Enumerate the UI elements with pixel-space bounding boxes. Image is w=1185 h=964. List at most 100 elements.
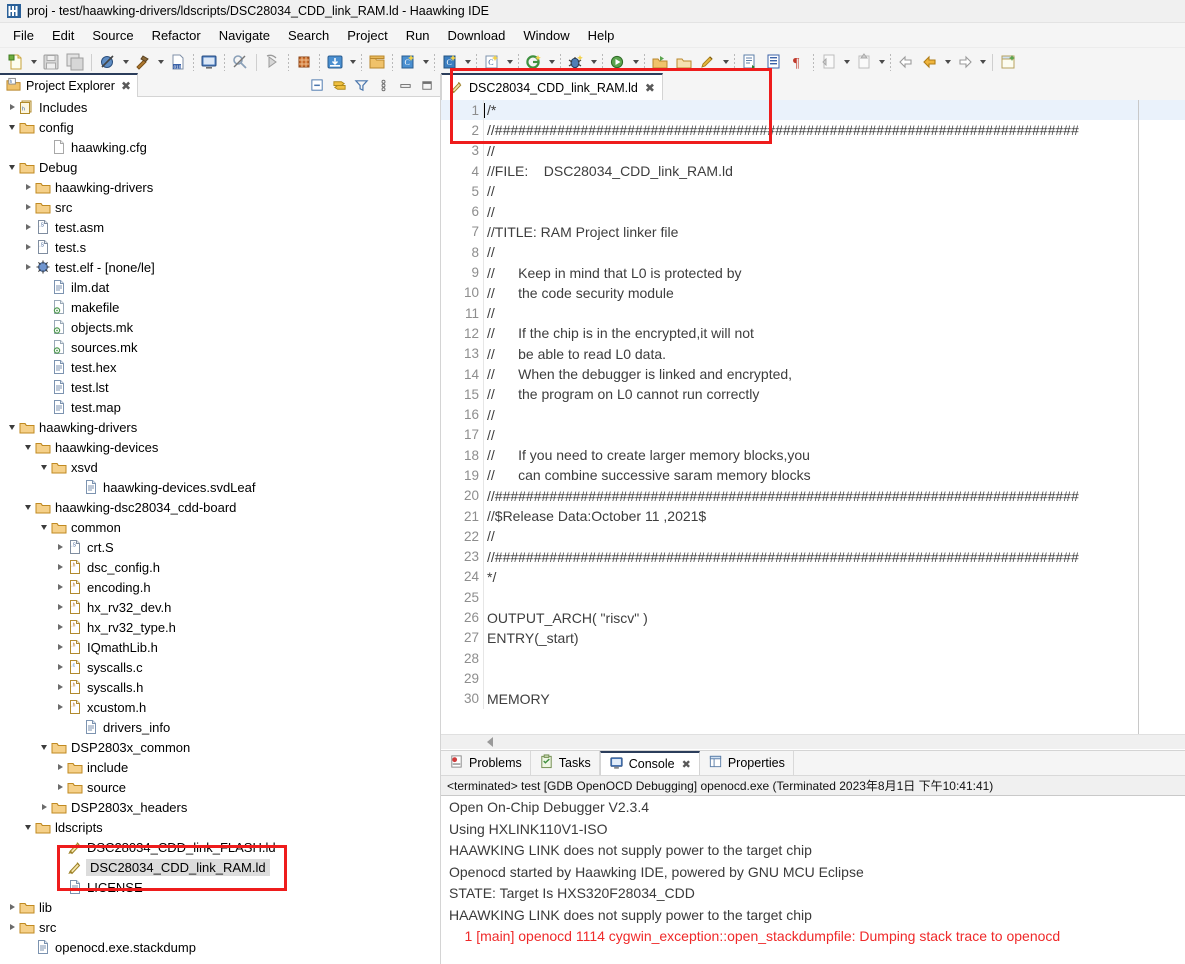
chevron-down-icon[interactable]: [22, 497, 34, 517]
chevron-right-icon[interactable]: [6, 97, 18, 117]
chevron-right-icon[interactable]: [22, 217, 34, 237]
view-menu-icon[interactable]: [374, 76, 392, 94]
tree-item[interactable]: Debug: [0, 157, 440, 177]
tree-item[interactable]: xsvd: [0, 457, 440, 477]
build-hammer-icon[interactable]: [132, 51, 154, 73]
chevron-right-icon[interactable]: [54, 557, 66, 577]
code-line[interactable]: 15 // the program on L0 cannot run correc…: [441, 384, 1185, 405]
tree-item[interactable]: makefile: [0, 297, 440, 317]
link-with-editor-icon[interactable]: [330, 76, 348, 94]
resume-icon[interactable]: [262, 51, 284, 73]
tree-item[interactable]: ilm.dat: [0, 277, 440, 297]
chip-icon[interactable]: [293, 51, 315, 73]
editor-text-area[interactable]: 1 /* 2 //##################################…: [441, 100, 1185, 735]
tree-item[interactable]: .h hx_rv32_dev.h: [0, 597, 440, 617]
code-line[interactable]: 16 //: [441, 404, 1185, 425]
skip-breakpoints-dropdown-icon[interactable]: [120, 51, 131, 73]
console-tab-problems[interactable]: Problems: [441, 751, 531, 775]
new-c-project-icon[interactable]: C: [397, 51, 419, 73]
code-line[interactable]: 24 */: [441, 566, 1185, 588]
new-file-dropdown-icon[interactable]: [28, 51, 39, 73]
forward-history-dropdown-icon[interactable]: [977, 51, 988, 73]
menu-file[interactable]: File: [4, 26, 43, 45]
tree-item[interactable]: test.lst: [0, 377, 440, 397]
run-dropdown-icon[interactable]: [630, 51, 641, 73]
forward-arrow-icon[interactable]: [954, 51, 976, 73]
back-history-icon[interactable]: [919, 51, 941, 73]
scroll-left-icon[interactable]: [487, 737, 493, 747]
minimize-icon[interactable]: [396, 76, 414, 94]
code-line[interactable]: 22 //: [441, 526, 1185, 547]
binary-file-icon[interactable]: 010: [167, 51, 189, 73]
new-folder-icon[interactable]: [366, 51, 388, 73]
tree-item[interactable]: ldscripts: [0, 817, 440, 837]
save-icon[interactable]: [40, 51, 62, 73]
tree-item[interactable]: haawking.cfg: [0, 137, 440, 157]
tree-item[interactable]: DSC28034_CDD_link_RAM.ld: [0, 857, 440, 877]
code-line[interactable]: 30 MEMORY: [441, 688, 1185, 709]
code-line[interactable]: 23 //####################################…: [441, 546, 1185, 567]
tree-item[interactable]: haawking-devices.svdLeaf: [0, 477, 440, 497]
back-history-dropdown-icon[interactable]: [942, 51, 953, 73]
new-cpp-class-dropdown-icon[interactable]: [462, 51, 473, 73]
chevron-right-icon[interactable]: [6, 897, 18, 917]
close-icon[interactable]: ✖: [121, 79, 131, 93]
tree-item[interactable]: .h encoding.h: [0, 577, 440, 597]
code-line[interactable]: 10 // the code security module: [441, 282, 1185, 303]
menu-navigate[interactable]: Navigate: [210, 26, 279, 45]
project-tree[interactable]: h Includes config haawking.cfg Debug haawking…: [0, 97, 440, 964]
git-dropdown-icon[interactable]: [546, 51, 557, 73]
code-line[interactable]: 28: [441, 648, 1185, 669]
code-line[interactable]: 2 //#####################################…: [441, 120, 1185, 141]
show-whitespace-icon[interactable]: ¶: [787, 51, 809, 73]
tree-item[interactable]: test.map: [0, 397, 440, 417]
tab-dsc28034-cdd-link-ram-ld[interactable]: DSC28034_CDD_link_RAM.ld ✖: [441, 73, 663, 100]
close-icon[interactable]: ✖: [682, 758, 691, 771]
code-line[interactable]: 8 //: [441, 242, 1185, 263]
chevron-right-icon[interactable]: [22, 237, 34, 257]
chevron-right-icon[interactable]: [54, 677, 66, 697]
tree-item[interactable]: src: [0, 917, 440, 937]
tree-item[interactable]: lib: [0, 897, 440, 917]
tree-item[interactable]: h Includes: [0, 97, 440, 117]
code-line[interactable]: 11 //: [441, 302, 1185, 324]
toggle-block-selection-icon[interactable]: [763, 51, 785, 73]
build-dropdown-icon[interactable]: [155, 51, 166, 73]
console-output[interactable]: Open On-Chip Debugger V2.3.4 Using HXLINK…: [441, 796, 1185, 964]
git-repository-icon[interactable]: [523, 51, 545, 73]
code-line[interactable]: 27 ENTRY(_start): [441, 627, 1185, 649]
tree-item[interactable]: haawking-devices: [0, 437, 440, 457]
chevron-right-icon[interactable]: [54, 637, 66, 657]
filter-icon[interactable]: [352, 76, 370, 94]
download-dropdown-icon[interactable]: [347, 51, 358, 73]
pencil-dropdown-icon[interactable]: [720, 51, 731, 73]
chevron-right-icon[interactable]: [6, 917, 18, 937]
download-icon[interactable]: [324, 51, 346, 73]
tree-item[interactable]: include: [0, 757, 440, 777]
tab-project-explorer[interactable]: h Project Explorer ✖: [0, 73, 138, 97]
tree-item[interactable]: objects.mk: [0, 317, 440, 337]
last-edit-location-icon[interactable]: [818, 51, 840, 73]
menu-source[interactable]: Source: [83, 26, 142, 45]
new-c-file-dropdown-icon[interactable]: [504, 51, 515, 73]
skip-breakpoints-icon[interactable]: [97, 51, 119, 73]
tree-item[interactable]: openocd.exe.stackdump: [0, 937, 440, 957]
code-line[interactable]: 7 //TITLE: RAM Project linker file: [441, 221, 1185, 243]
menu-search[interactable]: Search: [279, 26, 338, 45]
next-annotation-icon[interactable]: [739, 51, 761, 73]
code-line[interactable]: 1 /*: [441, 100, 1185, 121]
tree-item[interactable]: test.elf - [none/le]: [0, 257, 440, 277]
tree-item[interactable]: .h dsc_config.h: [0, 557, 440, 577]
tree-item[interactable]: .h IQmathLib.h: [0, 637, 440, 657]
project-explorer-toolbar[interactable]: [308, 76, 440, 94]
menu-window[interactable]: Window: [514, 26, 578, 45]
chevron-right-icon[interactable]: [54, 657, 66, 677]
tree-item[interactable]: haawking-dsc28034_cdd-board: [0, 497, 440, 517]
tree-item[interactable]: LICENSE: [0, 877, 440, 897]
tree-item[interactable]: .S test.asm: [0, 217, 440, 237]
tree-item[interactable]: test.hex: [0, 357, 440, 377]
new-c-project-dropdown-icon[interactable]: [420, 51, 431, 73]
console-tab-bar[interactable]: Problems Tasks Console ✖ Properties: [441, 751, 1185, 775]
run-icon[interactable]: [607, 51, 629, 73]
editor-tab-bar[interactable]: DSC28034_CDD_link_RAM.ld ✖: [441, 73, 1185, 101]
